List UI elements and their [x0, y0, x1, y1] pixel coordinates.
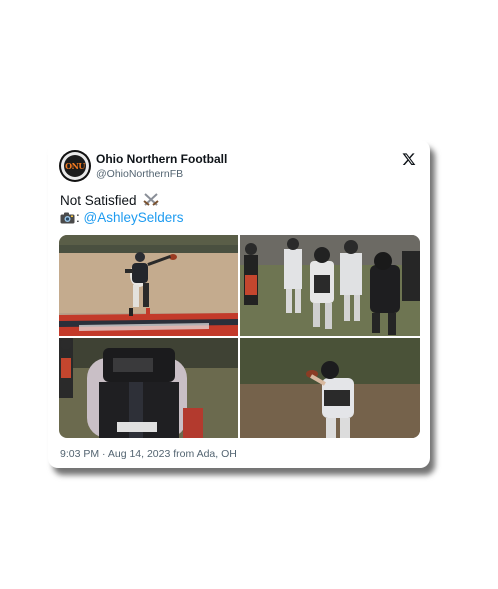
photo-2[interactable]: [240, 235, 420, 336]
crossed-swords-icon: [143, 193, 159, 206]
photo-grid: [59, 235, 420, 438]
text-colon: :: [76, 210, 80, 225]
avatar[interactable]: ONU: [59, 150, 91, 182]
photo-1[interactable]: [59, 235, 238, 336]
tweet-text-line1: Not Satisfied: [60, 193, 137, 208]
tweet-card[interactable]: ONU Ohio Northern Football @OhioNorthern…: [48, 140, 430, 468]
mention-link[interactable]: @AshleySelders: [84, 209, 184, 226]
camera-icon: [60, 212, 75, 223]
photo-3[interactable]: [59, 338, 238, 438]
tweet-text: Not Satisfied : @AshleySelders: [60, 192, 184, 226]
tweet-timestamp[interactable]: 9:03 PM · Aug 14, 2023 from Ada, OH: [60, 448, 237, 460]
user-handle[interactable]: @OhioNorthernFB: [96, 168, 183, 180]
photo-4[interactable]: [240, 338, 420, 438]
x-logo-icon[interactable]: [402, 152, 416, 166]
display-name[interactable]: Ohio Northern Football: [96, 152, 227, 166]
avatar-logo-text: ONU: [65, 161, 85, 171]
